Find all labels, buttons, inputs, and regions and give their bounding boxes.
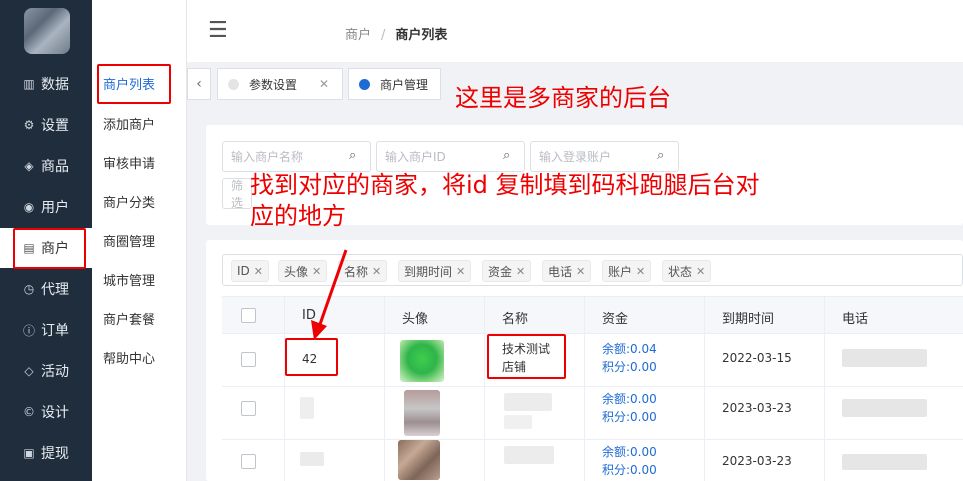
arrow-shaft xyxy=(316,249,348,331)
arrow-head xyxy=(311,320,327,340)
annotation-arrow xyxy=(311,249,348,340)
